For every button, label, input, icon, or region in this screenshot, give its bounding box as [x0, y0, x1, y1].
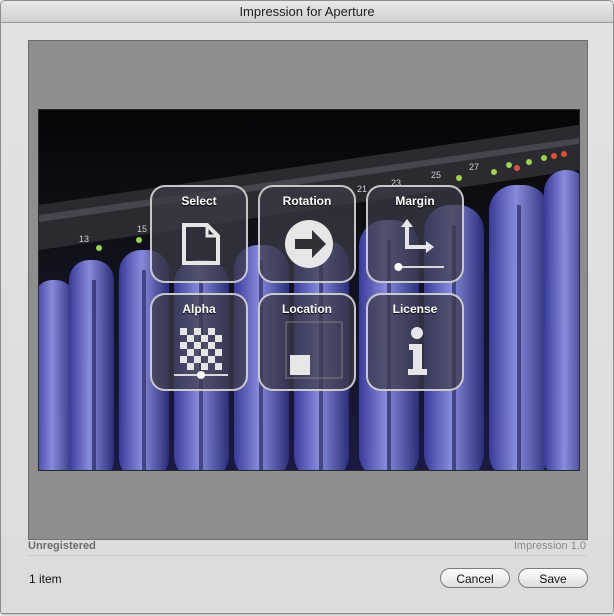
alpha-label: Alpha: [182, 302, 216, 316]
rotation-label: Rotation: [282, 194, 332, 208]
port-number-label: 15: [137, 224, 147, 234]
window-title: Impression for Aperture: [239, 4, 375, 19]
port-number-label: 25: [431, 170, 441, 180]
version-label: Impression 1.0: [513, 540, 586, 552]
license-tile[interactable]: License: [366, 293, 464, 391]
cancel-button[interactable]: Cancel: [440, 568, 510, 588]
item-count: 1 item: [29, 572, 62, 586]
preview-canvas: 13151921232527 Select Rotation: [28, 40, 588, 540]
app-window: Impression for Aperture 13 15 21 23 25 2…: [0, 0, 614, 614]
port-number-label: 21: [357, 184, 367, 194]
rotation-tile[interactable]: Rotation: [258, 185, 356, 283]
select-tile[interactable]: Select: [150, 185, 248, 283]
margin-tile[interactable]: Margin: [366, 185, 464, 283]
license-label: License: [392, 302, 438, 316]
footer-divider: [28, 555, 587, 556]
margin-label: Margin: [395, 194, 435, 208]
save-button[interactable]: Save: [518, 568, 588, 588]
port-number-label: 13: [79, 234, 89, 244]
registration-status: Unregistered: [28, 540, 96, 552]
location-tile[interactable]: Location: [258, 293, 356, 391]
port-number-label: 27: [469, 162, 479, 172]
location-label: Location: [282, 302, 332, 316]
window-content: 13151921232527 Select Rotation: [1, 23, 613, 613]
alpha-tile[interactable]: Alpha: [150, 293, 248, 391]
network-cables-image: 13151921232527: [39, 110, 579, 470]
title-bar[interactable]: Impression for Aperture: [1, 1, 613, 23]
preview-photo: 13151921232527 Select Rotation: [38, 109, 580, 471]
select-label: Select: [181, 194, 217, 208]
